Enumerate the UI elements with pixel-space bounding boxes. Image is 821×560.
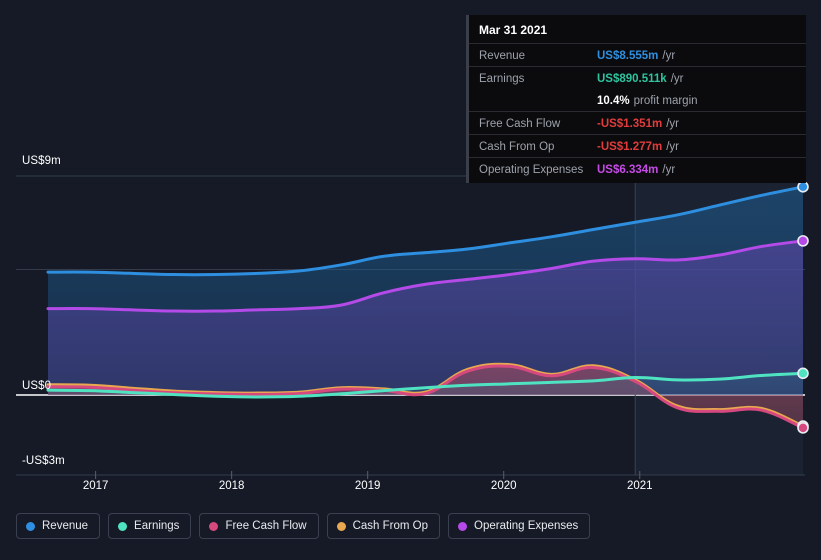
tooltip-row: Free Cash Flow-US$1.351m/yr	[469, 111, 806, 134]
tooltip-rows: RevenueUS$8.555m/yrEarningsUS$890.511k/y…	[469, 43, 806, 180]
tooltip-date: Mar 31 2021	[469, 22, 806, 43]
x-axis-label-2021: 2021	[627, 480, 653, 492]
legend-item-label: Earnings	[134, 520, 179, 532]
tooltip-row-unit: /yr	[671, 73, 684, 85]
legend-color-dot-icon	[458, 522, 467, 531]
tooltip-row-value: US$8.555m/yr	[597, 46, 675, 64]
legend-color-dot-icon	[209, 522, 218, 531]
x-axis-label-2020: 2020	[491, 480, 517, 492]
x-axis-label-2019: 2019	[355, 480, 381, 492]
legend-color-dot-icon	[118, 522, 127, 531]
tooltip-row-unit: /yr	[662, 50, 675, 62]
x-axis-label-2017: 2017	[83, 480, 109, 492]
tooltip-row: RevenueUS$8.555m/yr	[469, 43, 806, 66]
tooltip-row-label: Revenue	[479, 50, 597, 62]
tooltip-row-label: Free Cash Flow	[479, 118, 597, 130]
legend-item-cash-from-op[interactable]: Cash From Op	[327, 513, 440, 539]
y-axis-label-bottom: -US$3m	[22, 455, 65, 467]
tooltip-row-label: Operating Expenses	[479, 164, 597, 176]
y-axis-label-top: US$9m	[22, 155, 61, 167]
tooltip-row: Cash From Op-US$1.277m/yr	[469, 134, 806, 157]
chart-legend[interactable]: Revenue Earnings Free Cash Flow Cash From O…	[16, 513, 590, 539]
data-tooltip: Mar 31 2021 RevenueUS$8.555m/yrEarningsU…	[466, 15, 806, 183]
tooltip-row: Operating ExpensesUS$6.334m/yr	[469, 157, 806, 180]
legend-color-dot-icon	[337, 522, 346, 531]
legend-item-earnings[interactable]: Earnings	[108, 513, 191, 539]
legend-item-free-cash-flow[interactable]: Free Cash Flow	[199, 513, 318, 539]
x-axis-label-2018: 2018	[219, 480, 245, 492]
tooltip-row-label: Cash From Op	[479, 141, 597, 153]
tooltip-row-unit: profit margin	[634, 95, 698, 107]
legend-item-label: Cash From Op	[353, 520, 428, 532]
legend-item-operating-expenses[interactable]: Operating Expenses	[448, 513, 590, 539]
y-axis-label-zero: US$0	[22, 380, 51, 392]
tooltip-row-unit: /yr	[666, 118, 679, 130]
financial-chart-widget: US$9m US$0 -US$3m 2017 2018 2019 2020 2021 M…	[0, 0, 821, 560]
tooltip-row-unit: /yr	[666, 141, 679, 153]
legend-color-dot-icon	[26, 522, 35, 531]
legend-item-label: Operating Expenses	[474, 520, 578, 532]
tooltip-row-value: 10.4%profit margin	[597, 91, 698, 109]
legend-item-label: Revenue	[42, 520, 88, 532]
legend-item-label: Free Cash Flow	[225, 520, 306, 532]
tooltip-row: EarningsUS$890.511k/yr	[469, 66, 806, 89]
tooltip-row: 10.4%profit margin	[469, 89, 806, 111]
tooltip-row-value: -US$1.351m/yr	[597, 114, 679, 132]
tooltip-row-value: US$890.511k/yr	[597, 69, 683, 87]
tooltip-row-value: -US$1.277m/yr	[597, 137, 679, 155]
tooltip-row-unit: /yr	[662, 164, 675, 176]
legend-item-revenue[interactable]: Revenue	[16, 513, 100, 539]
tooltip-row-value: US$6.334m/yr	[597, 160, 675, 178]
tooltip-row-label: Earnings	[479, 73, 597, 85]
